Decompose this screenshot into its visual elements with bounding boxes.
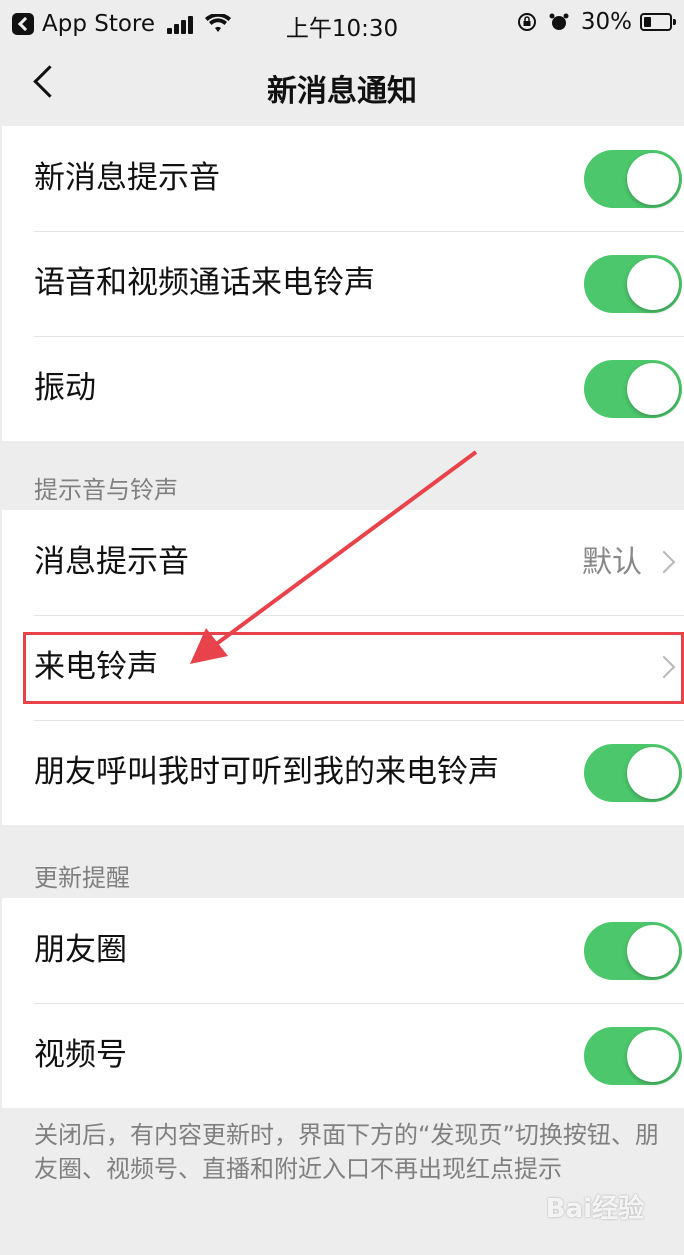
setting-value: 默认 [582,545,642,580]
setting-row-moments: 朋友圈 [2,898,684,1003]
friend-hear-ringtone-toggle[interactable] [584,744,682,802]
setting-row-channels: 视频号 [2,1003,684,1108]
setting-row-new-message-sound: 新消息提示音 [2,126,684,231]
chevron-right-icon [652,550,676,574]
setting-row-call-ringtone: 语音和视频通话来电铃声 [2,231,684,336]
annotation-highlight-box [23,632,684,704]
setting-label: 视频号 [34,1037,127,1073]
new-message-sound-toggle[interactable] [584,150,682,208]
page-title: 新消息通知 [267,74,417,109]
status-bar: App Store 上午10:30 30% [0,0,684,48]
battery-fill [644,17,652,27]
rotation-lock-icon [517,13,536,31]
setting-label: 新消息提示音 [34,160,220,196]
battery-cap [673,19,676,25]
watermark-logo: Bai经验 [545,1194,644,1224]
battery-percent: 30% [580,9,632,35]
status-right: 30% [517,9,676,35]
vibration-toggle[interactable] [584,360,682,418]
setting-label: 语音和视频通话来电铃声 [34,265,375,301]
section-header-updates: 更新提醒 [34,864,130,892]
navigation-bar: 新消息通知 [0,48,684,126]
toggle-knob [627,925,679,977]
moments-toggle[interactable] [584,922,682,980]
toggle-knob [627,1030,679,1082]
setting-row-vibration: 振动 [2,336,684,441]
toggle-knob [627,153,679,205]
toggle-knob [627,363,679,415]
setting-label: 朋友圈 [34,932,127,968]
battery-icon [640,13,676,31]
setting-row-friend-hear-ringtone: 朋友呼叫我时可听到我的来电铃声 [2,720,684,825]
section-header-sounds: 提示音与铃声 [34,476,178,504]
setting-label: 振动 [34,370,96,406]
updates-footnote: 关闭后，有内容更新时，界面下方的“发现页”切换按钮、朋友圈、视频号、直播和附近入… [34,1121,659,1183]
setting-row-message-tone[interactable]: 消息提示音 默认 [2,510,684,615]
toggle-knob [627,258,679,310]
call-ringtone-toggle[interactable] [584,255,682,313]
updates-group: 朋友圈 视频号 [2,898,684,1108]
setting-label: 朋友呼叫我时可听到我的来电铃声 [34,754,499,790]
toggle-knob [627,747,679,799]
channels-toggle[interactable] [584,1027,682,1085]
notification-settings-group: 新消息提示音 语音和视频通话来电铃声 振动 [2,126,684,441]
setting-label: 消息提示音 [34,544,189,580]
alarm-icon [549,13,569,30]
